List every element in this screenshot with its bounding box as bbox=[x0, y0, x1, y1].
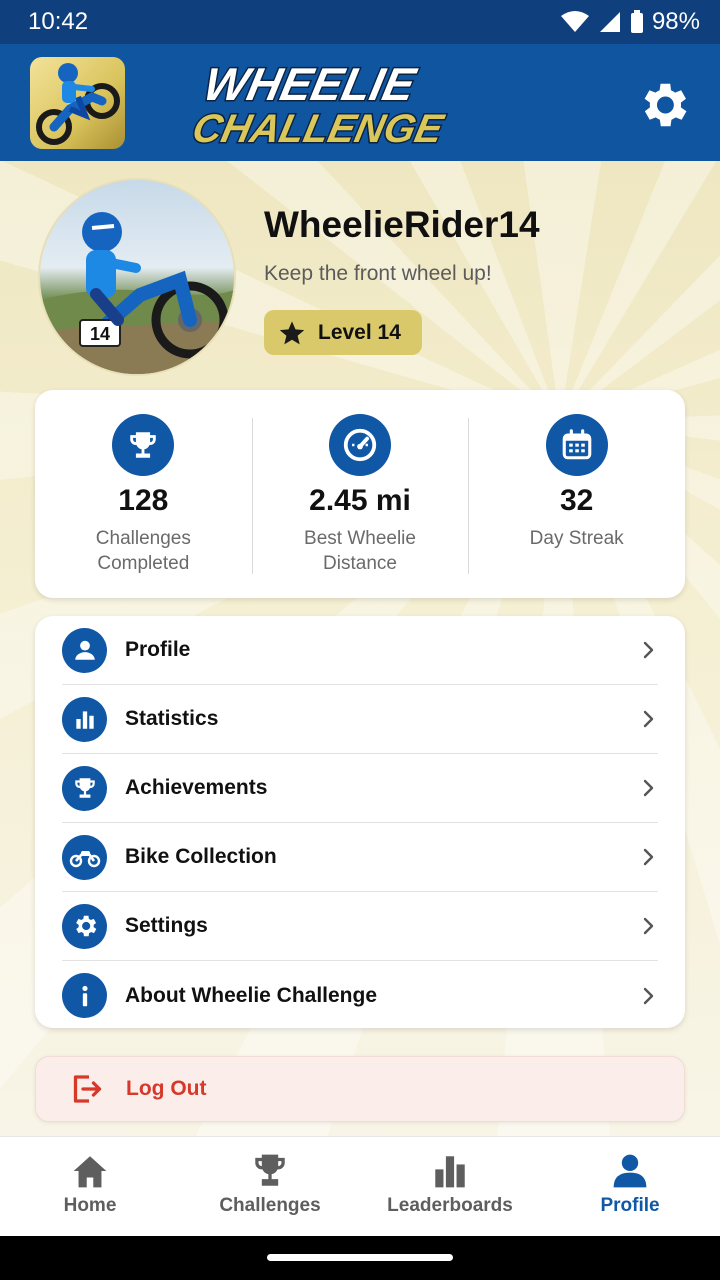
menu-item-about[interactable]: About Wheelie Challenge bbox=[62, 961, 658, 1030]
wheelie-challenge-wordmark: WHEELIE CHALLENGE bbox=[190, 60, 450, 146]
battery-icon bbox=[630, 10, 643, 33]
menu-card: Profile Statistics Achievements Bike Col… bbox=[35, 616, 685, 1028]
profile-tagline: Keep the front wheel up! bbox=[264, 262, 492, 285]
stat-label: Day Streak bbox=[529, 528, 624, 549]
bike-number: 14 bbox=[90, 324, 110, 344]
menu-item-label: Bike Collection bbox=[125, 845, 277, 868]
logout-label: Log Out bbox=[126, 1077, 207, 1100]
menu-item-statistics[interactable]: Statistics bbox=[62, 685, 658, 754]
app-logo[interactable] bbox=[30, 57, 125, 149]
chevron-right-icon bbox=[643, 710, 654, 728]
status-time: 10:42 bbox=[28, 8, 89, 35]
menu-item-label: Statistics bbox=[125, 707, 219, 730]
gear-icon bbox=[62, 903, 107, 949]
chevron-right-icon bbox=[643, 641, 654, 659]
wifi-icon bbox=[560, 11, 589, 32]
nav-home[interactable]: Home bbox=[0, 1137, 180, 1236]
nav-profile[interactable]: Profile bbox=[540, 1137, 720, 1236]
info-icon bbox=[62, 973, 107, 1018]
nav-label: Profile bbox=[600, 1195, 660, 1216]
menu-item-label: Settings bbox=[125, 914, 208, 937]
bar-chart-icon bbox=[62, 696, 107, 742]
chevron-right-icon bbox=[643, 917, 654, 935]
cell-signal-icon bbox=[599, 12, 620, 32]
user-icon bbox=[613, 1154, 647, 1188]
stat-label: Challenges Completed bbox=[95, 528, 191, 574]
bar-chart-icon bbox=[435, 1156, 465, 1188]
rider-avatar-image: 14 bbox=[40, 212, 234, 374]
nav-leaderboards[interactable]: Leaderboards bbox=[360, 1137, 540, 1236]
star-icon bbox=[279, 320, 305, 344]
app-header: WHEELIE CHALLENGE bbox=[0, 44, 720, 161]
status-bar: 10:42 98% bbox=[0, 0, 720, 44]
motorcycle-icon bbox=[62, 834, 107, 880]
menu-item-profile[interactable]: Profile bbox=[62, 616, 658, 685]
trophy-icon bbox=[112, 414, 175, 476]
home-icon bbox=[73, 1156, 107, 1188]
nav-label: Home bbox=[63, 1195, 117, 1216]
wordmark-line1: WHEELIE bbox=[199, 60, 421, 110]
logout-button[interactable]: Log Out bbox=[35, 1056, 685, 1122]
stat-value: 2.45 mi bbox=[309, 484, 411, 517]
stats-card: 128 Challenges Completed 2.45 mi Best Wh… bbox=[35, 390, 685, 598]
nav-label: Leaderboards bbox=[387, 1195, 513, 1216]
user-icon bbox=[62, 627, 107, 673]
logout-icon bbox=[73, 1075, 102, 1103]
stat-day-streak: 32 Day Streak bbox=[468, 390, 685, 598]
menu-item-label: Achievements bbox=[125, 776, 268, 799]
level-badge: Level 14 bbox=[264, 310, 422, 355]
speedometer-icon bbox=[329, 414, 391, 476]
calendar-icon bbox=[545, 414, 608, 476]
trophy-icon bbox=[255, 1154, 285, 1186]
menu-item-bike-collection[interactable]: Bike Collection bbox=[62, 823, 658, 892]
battery-percent: 98% bbox=[651, 8, 700, 35]
rider-logo-icon bbox=[36, 63, 120, 145]
chevron-right-icon bbox=[643, 779, 654, 797]
menu-item-settings[interactable]: Settings bbox=[62, 892, 658, 961]
level-label: Level 14 bbox=[318, 320, 401, 344]
menu-item-achievements[interactable]: Achievements bbox=[62, 754, 658, 823]
trophy-icon bbox=[62, 765, 107, 811]
system-nav-bar bbox=[0, 1236, 720, 1280]
stat-best-wheelie-distance: 2.45 mi Best Wheelie Distance bbox=[251, 390, 469, 598]
username: WheelieRider14 bbox=[264, 204, 540, 245]
status-icons: 98% bbox=[560, 8, 700, 36]
menu-item-label: Profile bbox=[125, 638, 191, 661]
nav-challenges[interactable]: Challenges bbox=[180, 1137, 360, 1236]
gear-icon[interactable] bbox=[634, 76, 692, 134]
bottom-nav: Home Challenges Leaderboards Profile bbox=[0, 1136, 720, 1236]
stat-challenges-completed: 128 Challenges Completed bbox=[35, 390, 252, 598]
avatar[interactable]: 14 bbox=[38, 178, 236, 376]
chevron-right-icon bbox=[643, 848, 654, 866]
stat-value: 128 bbox=[118, 484, 169, 517]
stat-value: 32 bbox=[559, 484, 594, 517]
wordmark-line2: CHALLENGE bbox=[190, 105, 448, 146]
chevron-right-icon bbox=[643, 987, 654, 1004]
nav-label: Challenges bbox=[219, 1195, 321, 1216]
menu-item-label: About Wheelie Challenge bbox=[125, 983, 378, 1007]
home-gesture-pill[interactable] bbox=[267, 1254, 453, 1261]
stat-label: Best Wheelie Distance bbox=[304, 528, 416, 574]
